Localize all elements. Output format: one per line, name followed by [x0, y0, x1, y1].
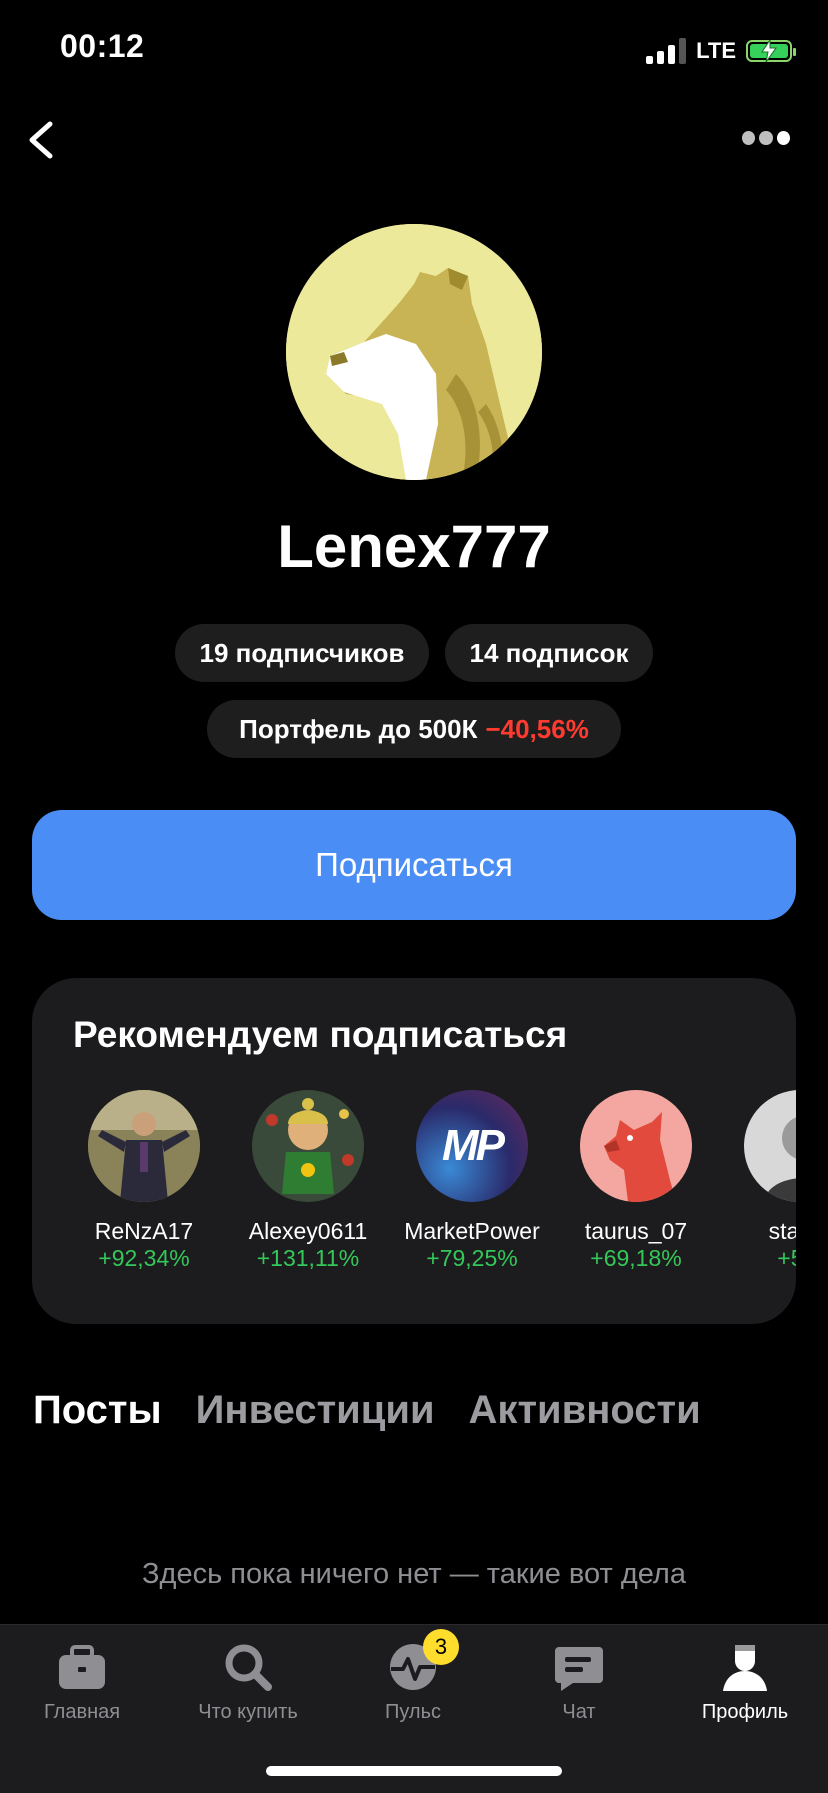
recommended-user-change: +54, — [777, 1245, 796, 1271]
recommended-user-name: taurus_07 — [584, 1218, 688, 1244]
profile-icon — [717, 1639, 773, 1695]
followers-chip[interactable]: 19 подписчиков — [175, 624, 429, 682]
tabbar-label: Профиль — [701, 1701, 789, 1723]
avatar — [744, 1090, 796, 1202]
recommended-user-change: +79,25% — [426, 1245, 518, 1271]
empty-state-text: Здесь пока ничего нет — такие вот дела — [142, 1558, 686, 1590]
tabbar-label: Что купить — [198, 1701, 298, 1723]
recommendations-title: Рекомендуем подписаться — [73, 1014, 568, 1055]
portfolio-change: −40,56% — [485, 713, 589, 744]
status-time: 00:12 — [60, 28, 145, 64]
recommended-user-stary[interactable]: stary_ +54, — [715, 1090, 796, 1272]
tabbar-item-chat[interactable]: Чат — [499, 1639, 659, 1724]
chat-icon — [551, 1639, 607, 1695]
recommended-user-change: +69,18% — [590, 1245, 682, 1271]
subscribe-button[interactable]: Подписаться — [32, 810, 796, 920]
home-indicator — [266, 1766, 562, 1776]
more-options-button[interactable] — [742, 128, 790, 148]
pulse-badge: 3 — [423, 1629, 459, 1665]
status-indicators: LTE — [646, 34, 796, 68]
following-chip[interactable]: 14 подписок — [445, 624, 653, 682]
chevron-left-icon — [29, 121, 53, 159]
tab-posts[interactable]: Посты — [33, 1388, 162, 1433]
tabbar-label: Пульс — [384, 1701, 442, 1723]
more-dots-icon — [742, 131, 756, 145]
avatar — [88, 1090, 200, 1202]
battery-icon — [746, 40, 796, 62]
signal-icon — [646, 38, 687, 64]
recommendations-list: ReNzA17 +92,34% Alexey0611 +131,11% MP M… — [32, 1090, 796, 1290]
search-icon — [220, 1639, 276, 1695]
tabbar-item-pulse[interactable]: 3 Пульс — [333, 1629, 493, 1724]
tabbar-item-profile[interactable]: Профиль — [665, 1639, 825, 1724]
briefcase-icon — [54, 1639, 110, 1695]
recommended-user-taurus07[interactable]: taurus_07 +69,18% — [551, 1090, 721, 1272]
network-type: LTE — [696, 38, 736, 63]
marketpower-logo: MP — [442, 1121, 505, 1170]
tabbar-label: Чат — [562, 1701, 596, 1723]
profile-avatar — [286, 224, 542, 480]
back-button[interactable] — [22, 118, 62, 162]
recommended-user-renza17[interactable]: ReNzA17 +92,34% — [59, 1090, 229, 1272]
tabbar-item-what-to-buy[interactable]: Что купить — [168, 1639, 328, 1724]
tab-investments[interactable]: Инвестиции — [196, 1388, 435, 1433]
recommended-user-name: ReNzA17 — [94, 1218, 194, 1244]
username: Lenex777 — [277, 513, 551, 580]
recommended-user-name: Alexey0611 — [248, 1218, 368, 1244]
recommended-user-change: +92,34% — [98, 1245, 190, 1271]
recommended-user-name: stary_ — [768, 1218, 796, 1244]
recommended-user-marketpower[interactable]: MP MarketPower +79,25% — [387, 1090, 557, 1272]
avatar — [580, 1090, 692, 1202]
content-tabs: Посты Инвестиции Активности — [33, 1388, 701, 1433]
portfolio-label: Портфель до 500К — [239, 713, 478, 744]
recommendations-card: Рекомендуем подписаться ReNzA17 +92,34% — [32, 978, 796, 1324]
recommended-user-name: MarketPower — [404, 1218, 540, 1244]
avatar — [252, 1090, 364, 1202]
recommended-user-alexey0611[interactable]: Alexey0611 +131,11% — [223, 1090, 393, 1272]
avatar: MP — [416, 1090, 528, 1202]
tabbar-item-home[interactable]: Главная — [2, 1639, 162, 1724]
recommended-user-change: +131,11% — [256, 1245, 360, 1271]
tab-activities[interactable]: Активности — [469, 1388, 701, 1433]
portfolio-chip[interactable]: Портфель до 500К −40,56% — [207, 700, 621, 758]
pulse-icon: 3 — [385, 1629, 459, 1695]
tabbar-label: Главная — [43, 1701, 121, 1723]
